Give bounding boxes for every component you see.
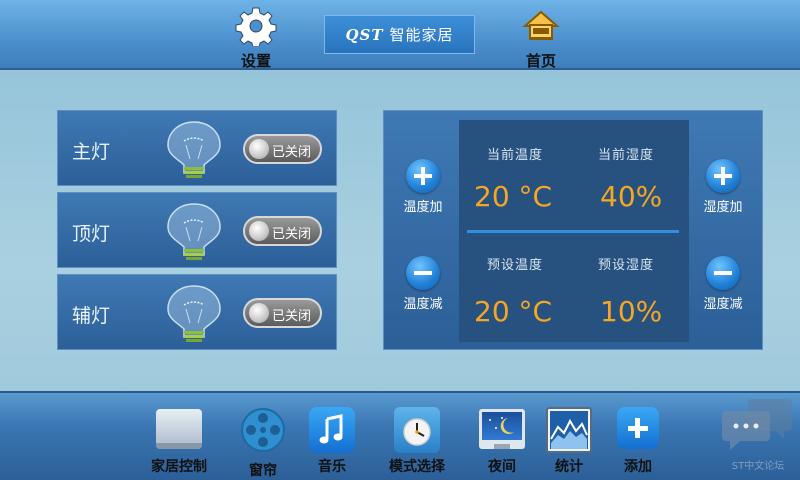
brand-title: 智能家居 [389, 26, 454, 44]
current-temp-label: 当前温度 [487, 148, 544, 163]
temp-up-label: 温度加 [403, 200, 443, 215]
preset-temp-label: 预设温度 [487, 258, 544, 273]
light-bulb-icon [167, 203, 221, 260]
dock-label: 夜间 [488, 459, 516, 475]
light-bulb-icon [167, 285, 221, 342]
humidity-down-button[interactable]: 湿度减 [688, 256, 758, 312]
temp-up-button[interactable]: 温度加 [388, 159, 458, 215]
current-temp-value: 20 °C [474, 180, 553, 213]
light-toggle-ceiling[interactable]: 已关闭 [243, 216, 322, 246]
forum-watermark: ST中文论坛 [722, 397, 794, 475]
dock-music[interactable]: 音乐 [308, 407, 356, 476]
minus-circle-icon [706, 256, 740, 290]
settings-label: 设置 [240, 52, 271, 70]
top-bar-divider [0, 68, 800, 70]
light-name: 顶灯 [72, 223, 111, 245]
temp-down-button[interactable]: 温度减 [388, 256, 458, 312]
bottom-dock: 家居控制 窗帘 音乐 模式选择 夜间 统计 添加 [0, 391, 800, 480]
dock-mode-select[interactable]: 模式选择 [380, 407, 454, 476]
top-bar: 设置 QST 智能家居 首页 [0, 0, 800, 70]
light-row-auxiliary: 辅灯 已关闭 [57, 274, 337, 350]
dock-label: 模式选择 [389, 459, 445, 475]
gear-icon [235, 7, 277, 49]
film-reel-icon [241, 408, 285, 452]
dock-label: 音乐 [318, 459, 346, 475]
brand-prefix: QST [345, 25, 384, 44]
dock-statistics[interactable]: 统计 [545, 407, 593, 476]
dock-night[interactable]: 夜间 [478, 407, 526, 476]
brand-logo: QST 智能家居 [324, 15, 475, 54]
toggle-state: 已关闭 [272, 227, 312, 242]
dock-label: 窗帘 [249, 463, 277, 479]
dock-label: 添加 [624, 459, 652, 475]
settings-button[interactable]: 设置 [221, 6, 291, 71]
plus-icon [617, 407, 659, 449]
toggle-state: 已关闭 [272, 309, 312, 324]
night-screen-icon [479, 409, 525, 449]
preset-temp-value: 20 °C [474, 295, 553, 328]
plus-circle-icon [406, 159, 440, 193]
toggle-knob [249, 221, 269, 241]
home-icon [522, 10, 560, 40]
toggle-knob [249, 303, 269, 323]
preset-humidity-value: 10% [600, 295, 663, 328]
readings-divider [467, 230, 679, 233]
temp-down-label: 温度减 [403, 297, 443, 312]
climate-panel: 温度加 温度减 当前温度 当前湿度 20 °C 40% 预设温度 预设湿度 20… [383, 110, 763, 350]
monitor-icon [156, 409, 202, 449]
minus-circle-icon [406, 256, 440, 290]
toggle-state: 已关闭 [272, 145, 312, 160]
chart-icon [546, 407, 592, 453]
dock-home-control[interactable]: 家居控制 [140, 407, 218, 476]
dock-label: 统计 [555, 459, 583, 475]
light-bulb-icon [167, 121, 221, 178]
readings-display: 当前温度 当前湿度 20 °C 40% 预设温度 预设湿度 20 °C 10% [459, 120, 689, 342]
music-note-icon [309, 407, 355, 453]
light-row-main: 主灯 已关闭 [57, 110, 337, 186]
humidity-up-label: 湿度加 [703, 200, 743, 215]
dock-label: 家居控制 [151, 459, 207, 475]
toggle-knob [249, 139, 269, 159]
humidity-up-button[interactable]: 湿度加 [688, 159, 758, 215]
dock-curtain[interactable]: 窗帘 [238, 407, 288, 480]
chat-bubble-icon [722, 399, 792, 450]
plus-circle-icon [706, 159, 740, 193]
preset-humidity-label: 预设湿度 [598, 258, 655, 273]
humidity-down-label: 湿度减 [703, 297, 743, 312]
light-row-ceiling: 顶灯 已关闭 [57, 192, 337, 268]
light-toggle-main[interactable]: 已关闭 [243, 134, 322, 164]
light-toggle-auxiliary[interactable]: 已关闭 [243, 298, 322, 328]
home-button[interactable]: 首页 [506, 6, 576, 71]
light-name: 辅灯 [72, 305, 111, 327]
current-humidity-label: 当前湿度 [598, 148, 655, 163]
light-name: 主灯 [72, 141, 111, 163]
dock-divider [0, 391, 800, 393]
dock-add[interactable]: 添加 [614, 407, 662, 476]
watermark-text: ST中文论坛 [731, 461, 785, 472]
current-humidity-value: 40% [600, 180, 663, 213]
clock-icon [394, 407, 440, 453]
home-label: 首页 [525, 52, 556, 70]
